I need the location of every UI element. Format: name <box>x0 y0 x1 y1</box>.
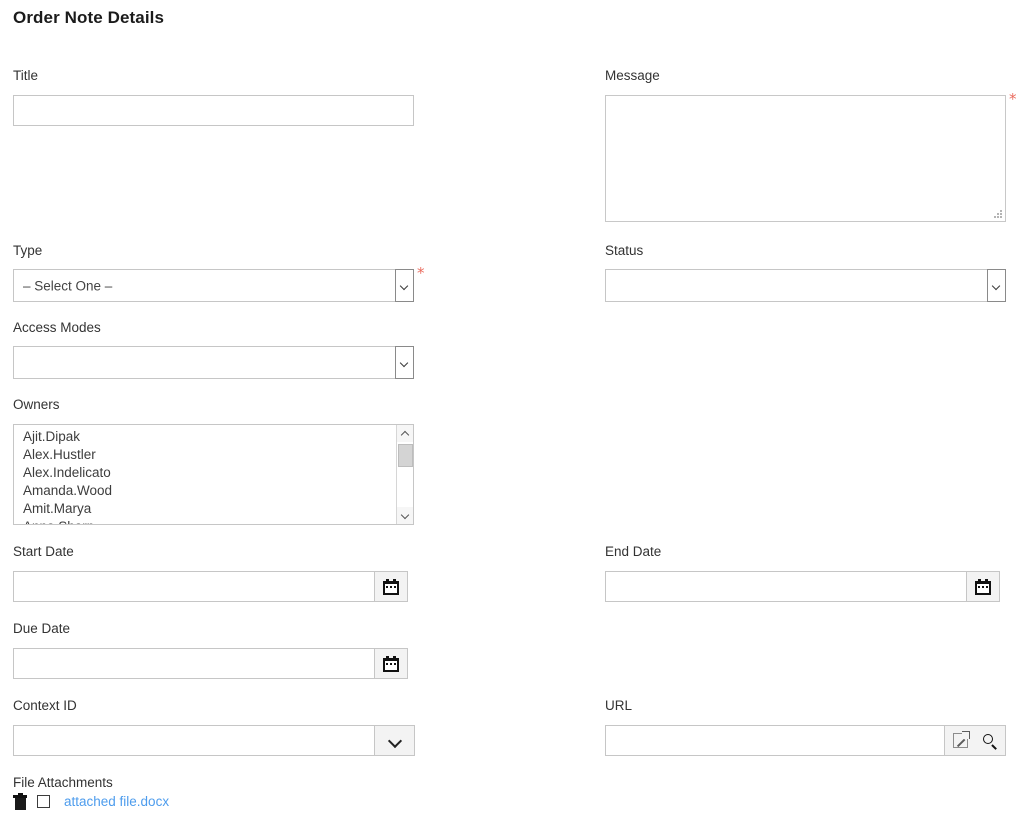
owners-list-item[interactable]: Alex.Hustler <box>14 446 395 464</box>
chevron-down-icon[interactable] <box>395 269 414 302</box>
calendar-icon <box>383 578 399 595</box>
access-modes-select[interactable] <box>13 346 414 379</box>
message-required-asterisk: * <box>1009 90 1017 108</box>
search-icon <box>982 733 998 750</box>
type-label: Type <box>13 243 43 258</box>
type-select-value: – Select One – <box>23 278 113 293</box>
title-label: Title <box>13 68 39 83</box>
owners-list-item[interactable]: Alex.Indelicato <box>14 464 395 482</box>
attachment-row: attached file.docx <box>13 793 169 810</box>
end-date-input[interactable] <box>605 571 967 602</box>
start-date-label: Start Date <box>13 544 74 559</box>
access-modes-label: Access Modes <box>13 320 101 335</box>
context-id-label: Context ID <box>13 698 77 713</box>
owners-label: Owners <box>13 397 60 412</box>
start-date-input[interactable] <box>13 571 375 602</box>
scroll-up-icon[interactable] <box>397 425 413 442</box>
status-label: Status <box>605 243 644 258</box>
scroll-down-icon[interactable] <box>397 507 413 524</box>
scrollbar-thumb[interactable] <box>398 444 413 467</box>
calendar-icon <box>383 655 399 672</box>
message-textarea-wrapper[interactable] <box>605 95 1006 222</box>
due-date-calendar-button[interactable] <box>375 648 408 679</box>
page-title: Order Note Details <box>13 8 165 27</box>
url-open-external-button[interactable] <box>945 731 975 748</box>
end-date-calendar-button[interactable] <box>967 571 1000 602</box>
end-date-label: End Date <box>605 544 662 559</box>
chevron-down-icon <box>388 734 402 748</box>
owners-list-item[interactable]: Ajit.Dipak <box>14 428 395 446</box>
file-attachments-label: File Attachments <box>13 775 113 790</box>
owners-list-item[interactable]: Amanda.Wood <box>14 482 395 500</box>
chevron-down-icon[interactable] <box>987 269 1006 302</box>
due-date-input[interactable] <box>13 648 375 679</box>
external-link-icon <box>952 731 970 748</box>
due-date-label: Due Date <box>13 621 71 636</box>
context-id-dropdown-button[interactable] <box>375 725 415 756</box>
owners-list-item[interactable]: Amit.Marya <box>14 500 395 518</box>
owners-list-item[interactable]: Anna.Sharp <box>14 518 395 524</box>
title-input[interactable] <box>13 95 414 126</box>
start-date-calendar-button[interactable] <box>375 571 408 602</box>
status-select[interactable] <box>605 269 1006 302</box>
type-select[interactable]: – Select One – <box>13 269 414 302</box>
attachment-checkbox[interactable] <box>37 795 50 808</box>
url-label: URL <box>605 698 633 713</box>
chevron-down-icon[interactable] <box>395 346 414 379</box>
textarea-resize-grip[interactable] <box>993 209 1003 219</box>
context-id-input[interactable] <box>13 725 375 756</box>
calendar-icon <box>975 578 991 595</box>
url-input[interactable] <box>605 725 945 756</box>
trash-icon <box>13 793 27 810</box>
owners-scrollbar[interactable] <box>396 425 413 524</box>
type-required-asterisk: * <box>417 264 425 282</box>
message-label: Message <box>605 68 660 83</box>
delete-attachment-button[interactable] <box>13 793 27 810</box>
url-search-button[interactable] <box>975 733 1005 750</box>
attachment-file-link[interactable]: attached file.docx <box>64 794 169 809</box>
owners-listbox[interactable]: Ajit.Dipak Alex.Hustler Alex.Indelicato Ama… <box>13 424 414 525</box>
